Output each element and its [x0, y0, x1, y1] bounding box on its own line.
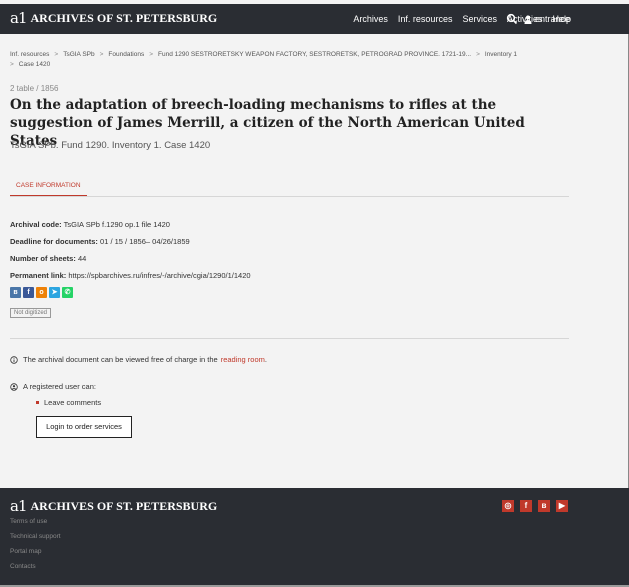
- deadline-label: Deadline for documents:: [10, 237, 98, 246]
- telegram-icon[interactable]: ➤: [49, 287, 60, 298]
- breadcrumb-item[interactable]: Inventory 1: [485, 51, 517, 58]
- footer-social: ◎ f в ▶: [502, 500, 574, 512]
- list-item: Leave comments: [36, 398, 101, 407]
- breadcrumb-separator: >: [54, 51, 59, 58]
- footer-links: Terms of use Technical support Portal ma…: [10, 518, 61, 578]
- leave-comments-text: Leave comments: [44, 398, 102, 407]
- footer-link-contacts[interactable]: Contacts: [10, 563, 61, 570]
- instagram-icon[interactable]: ◎: [502, 500, 514, 512]
- table-year-label: 2 table / 1856: [10, 84, 59, 93]
- youtube-icon[interactable]: ▶: [556, 500, 568, 512]
- registered-text: A registered user can:: [23, 382, 96, 391]
- nav-inf-resources[interactable]: Inf. resources: [398, 14, 453, 24]
- permalink-field: Permanent link: https://spbarchives.ru/i…: [10, 271, 251, 280]
- footer-logo-mark: a1: [10, 497, 27, 515]
- deadline-value: 01 / 15 / 1856– 04/26/1859: [97, 237, 190, 246]
- viewing-info: The archival document can be viewed free…: [10, 355, 267, 364]
- permalink-label: Permanent link:: [10, 271, 67, 280]
- breadcrumb-item[interactable]: Fund 1290 SESTRORETSKY WEAPON FACTORY, S…: [158, 51, 471, 58]
- logo-mark: a1: [10, 9, 27, 27]
- breadcrumb-item[interactable]: Inf. resources: [10, 51, 49, 58]
- sheets-value: 44: [75, 254, 87, 263]
- odnoklassniki-icon[interactable]: o: [36, 287, 47, 298]
- breadcrumb-separator: >: [149, 51, 153, 58]
- period: .: [264, 355, 267, 364]
- whatsapp-icon[interactable]: ✆: [62, 287, 73, 298]
- user-icon: [524, 15, 532, 24]
- logo-text: ARCHIVES OF ST. PETERSBURG: [30, 11, 218, 25]
- tab-case-information[interactable]: CASE INFORMATION: [10, 180, 87, 196]
- breadcrumb-item[interactable]: Foundations: [108, 51, 144, 58]
- info-icon: [10, 355, 18, 364]
- sheets-label: Number of sheets:: [10, 254, 76, 263]
- footer-logo-text: ARCHIVES OF ST. PETERSBURG: [30, 499, 218, 513]
- share-buttons: в f o ➤ ✆: [10, 287, 75, 298]
- entrance-label: entrance: [535, 14, 571, 24]
- breadcrumb-separator: >: [10, 61, 14, 68]
- user-circle-icon: [10, 382, 18, 391]
- case-reference: TsGIA SPb. Fund 1290. Inventory 1. Case …: [10, 140, 211, 151]
- top-header: a1 ARCHIVES OF ST. PETERSBURG Archives I…: [0, 4, 629, 34]
- deadline-field: Deadline for documents: 01 / 15 / 1856– …: [10, 237, 190, 246]
- sheets-field: Number of sheets: 44: [10, 254, 86, 263]
- footer-link-support[interactable]: Technical support: [10, 533, 61, 540]
- breadcrumb-item[interactable]: TsGIA SPb: [63, 51, 94, 58]
- registered-info: A registered user can:: [10, 382, 96, 391]
- footer: a1 ARCHIVES OF ST. PETERSBURG Terms of u…: [0, 488, 629, 587]
- tab-divider: [10, 196, 569, 197]
- facebook-icon[interactable]: f: [23, 287, 34, 298]
- breadcrumb-separator: >: [99, 51, 104, 58]
- search-icon[interactable]: [506, 13, 518, 25]
- breadcrumb-current: Case 1420: [18, 61, 51, 68]
- entrance-link[interactable]: entrance: [524, 4, 570, 34]
- status-badge: Not digitized: [10, 308, 52, 318]
- nav-services[interactable]: Services: [462, 14, 497, 24]
- nav-archives[interactable]: Archives: [353, 14, 388, 24]
- breadcrumb-separator: >: [476, 51, 480, 58]
- reading-room-link[interactable]: reading room: [221, 355, 265, 364]
- archival-code-value: TsGIA SPb f.1290 op.1 file 1420: [61, 220, 170, 229]
- archival-code-field: Archival code: TsGIA SPb f.1290 op.1 fil…: [10, 220, 170, 229]
- login-to-order-button[interactable]: Login to order services: [36, 416, 132, 438]
- vk-icon[interactable]: в: [538, 500, 550, 512]
- bullet-icon: [36, 401, 39, 404]
- footer-link-portal-map[interactable]: Portal map: [10, 548, 61, 555]
- permalink-value[interactable]: https://spbarchives.ru/infres/-/archive/…: [66, 271, 250, 280]
- site-logo[interactable]: a1 ARCHIVES OF ST. PETERSBURG: [10, 11, 217, 26]
- section-divider: [10, 338, 569, 339]
- facebook-icon[interactable]: f: [520, 500, 532, 512]
- footer-logo[interactable]: a1 ARCHIVES OF ST. PETERSBURG: [10, 499, 217, 514]
- archival-code-label: Archival code:: [10, 220, 62, 229]
- vk-icon[interactable]: в: [10, 287, 21, 298]
- breadcrumb: Inf. resources > TsGIA SPb > Foundations > Fun…: [10, 50, 570, 70]
- footer-link-terms[interactable]: Terms of use: [10, 518, 61, 525]
- viewing-text: The archival document can be viewed free…: [23, 355, 218, 364]
